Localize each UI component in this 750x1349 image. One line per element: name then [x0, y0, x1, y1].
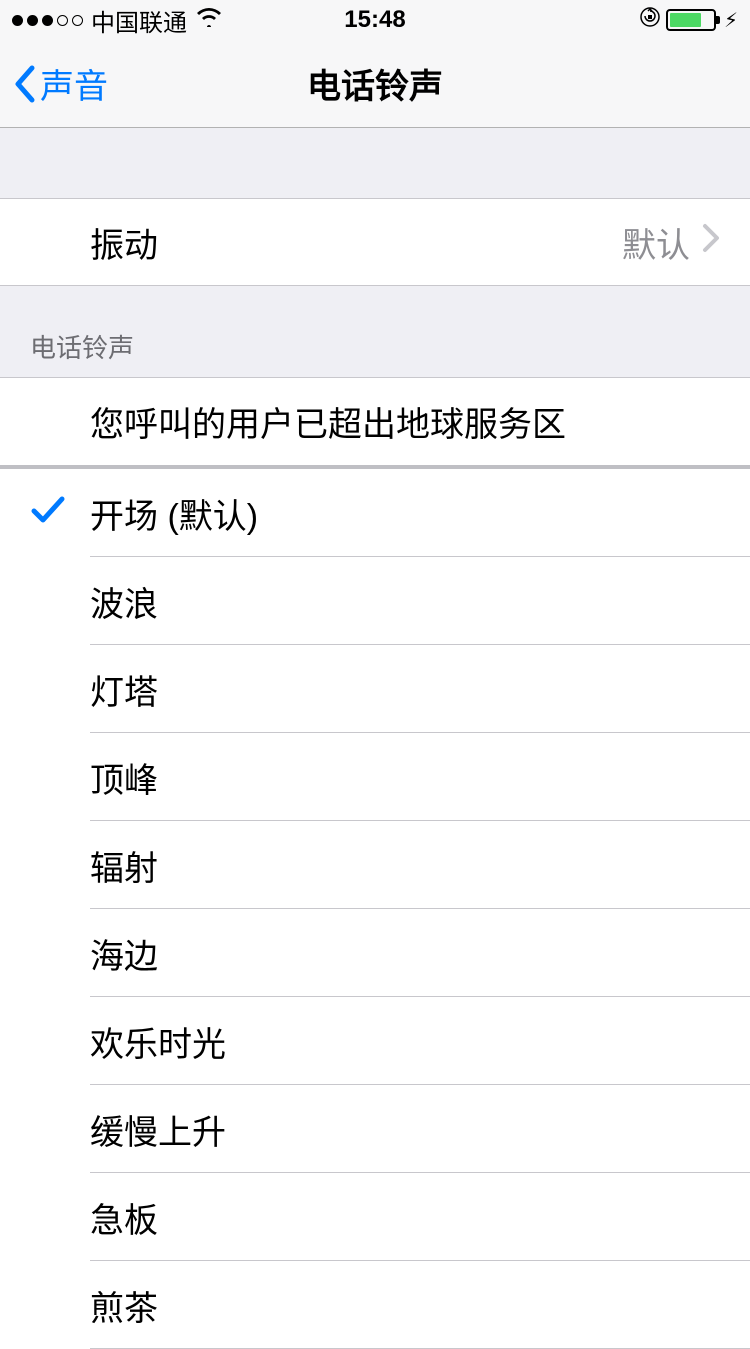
status-time: 15:48	[254, 6, 496, 34]
chevron-left-icon	[12, 64, 36, 104]
custom-ringtone-row[interactable]: 您呼叫的用户已超出地球服务区	[0, 377, 750, 465]
custom-ringtone-label: 您呼叫的用户已超出地球服务区	[90, 397, 566, 446]
status-right: ⚡︎	[496, 6, 738, 34]
section-header-ringtones: 电话铃声	[0, 286, 750, 377]
ringtone-label: 急板	[90, 1193, 158, 1242]
carrier-label: 中国联通	[91, 3, 187, 38]
charging-icon: ⚡︎	[724, 8, 738, 33]
ringtone-list: 开场 (默认) 波浪灯塔顶峰辐射海边欢乐时光缓慢上升急板煎茶	[0, 465, 750, 1349]
ringtone-row[interactable]: 开场 (默认)	[0, 469, 750, 557]
ringtone-label: 顶峰	[90, 753, 158, 802]
spacer	[0, 128, 750, 198]
ringtone-label: 辐射	[90, 841, 158, 890]
ringtone-row[interactable]: 波浪	[0, 557, 750, 645]
ringtone-label: 海边	[90, 929, 158, 978]
chevron-right-icon	[702, 223, 720, 262]
ringtone-row[interactable]: 煎茶	[0, 1261, 750, 1349]
back-button[interactable]: 声音	[12, 59, 108, 108]
ringtone-label: 煎茶	[90, 1281, 158, 1330]
ringtone-row[interactable]: 辐射	[0, 821, 750, 909]
status-left: 中国联通	[12, 3, 254, 38]
ringtone-row[interactable]: 缓慢上升	[0, 1085, 750, 1173]
signal-dots-icon	[12, 15, 83, 26]
status-bar: 中国联通 15:48 ⚡︎	[0, 0, 750, 40]
back-label: 声音	[40, 59, 108, 108]
vibration-value: 默认	[622, 218, 720, 267]
wifi-icon	[195, 6, 223, 34]
battery-icon	[666, 9, 716, 31]
page-title: 电话铃声	[307, 59, 443, 108]
checkmark-icon	[30, 491, 66, 536]
vibration-row[interactable]: 振动 默认	[0, 198, 750, 286]
ringtone-label: 开场 (默认)	[90, 489, 258, 538]
ringtone-label: 波浪	[90, 577, 158, 626]
ringtone-row[interactable]: 急板	[0, 1173, 750, 1261]
orientation-lock-icon	[640, 6, 660, 34]
ringtone-label: 灯塔	[90, 665, 158, 714]
ringtone-row[interactable]: 灯塔	[0, 645, 750, 733]
navigation-bar: 声音 电话铃声	[0, 40, 750, 128]
ringtone-row[interactable]: 欢乐时光	[0, 997, 750, 1085]
vibration-label: 振动	[90, 218, 158, 267]
ringtone-label: 缓慢上升	[90, 1105, 226, 1154]
ringtone-row[interactable]: 海边	[0, 909, 750, 997]
ringtone-row[interactable]: 顶峰	[0, 733, 750, 821]
vibration-value-text: 默认	[622, 218, 690, 267]
ringtone-label: 欢乐时光	[90, 1017, 226, 1066]
